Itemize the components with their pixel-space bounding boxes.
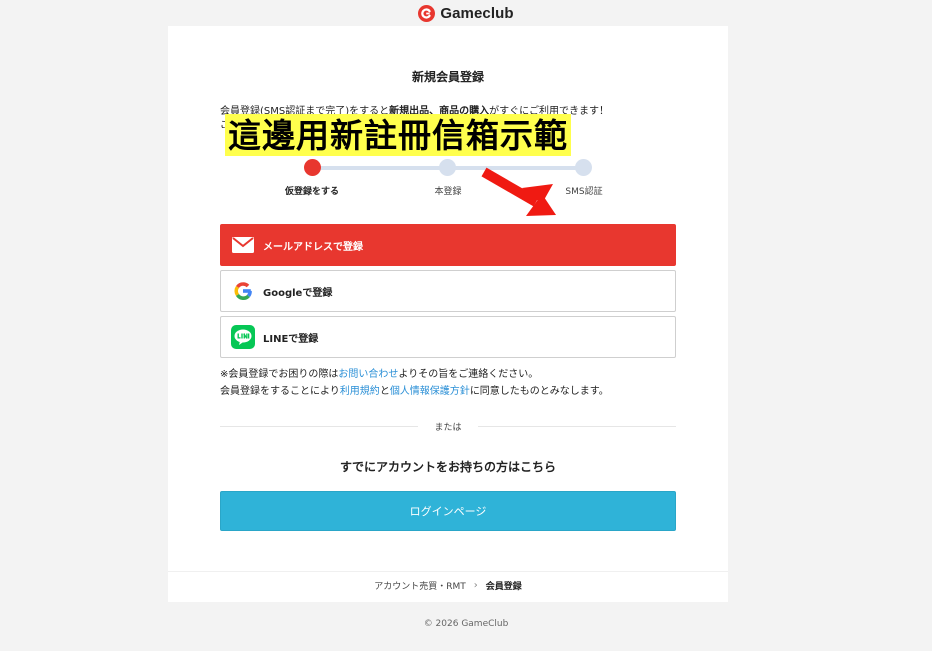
mail-icon <box>231 233 255 257</box>
brand-logo[interactable]: Gameclub <box>418 4 514 22</box>
brand-name: Gameclub <box>440 4 514 22</box>
step-dot-2 <box>439 159 456 176</box>
page-title: 新規会員登録 <box>411 70 484 84</box>
notes-line1-prefix: ※会員登録でお困りの際は <box>220 369 339 380</box>
terms-link[interactable]: 利用規約 <box>340 386 380 397</box>
register-with-google-button[interactable]: Googleで登録 <box>220 270 676 312</box>
registration-card: 新規会員登録 会員登録(SMS認証まで完了)をすると新規出品、商品の購入がすぐに… <box>168 26 728 602</box>
breadcrumb-divider <box>168 571 728 572</box>
register-with-line-button[interactable]: LINEで登録 <box>220 316 676 358</box>
step-dot-3 <box>575 159 592 176</box>
breadcrumb-parent-link[interactable]: アカウント売買・RMT <box>374 579 466 592</box>
red-arrow-icon <box>481 167 556 216</box>
notes-line-1: ※会員登録でお困りの際はお問い合わせよりその旨をご連絡ください。 <box>220 366 690 383</box>
annotation-banner: 這邊用新註冊信箱示範 <box>225 114 571 156</box>
annotation-text: 這邊用新註冊信箱示範 <box>228 115 568 155</box>
notes-line2-suffix: に同意したものとみなします。 <box>469 386 609 397</box>
line-icon <box>231 325 255 349</box>
chevron-right-icon: › <box>473 580 478 591</box>
registration-notes: ※会員登録でお困りの際はお問い合わせよりその旨をご連絡ください。 会員登録をする… <box>220 366 690 400</box>
or-divider-label: または <box>418 420 478 433</box>
contact-link[interactable]: お問い合わせ <box>338 369 398 380</box>
privacy-policy-link[interactable]: 個人情報保護方針 <box>390 386 470 397</box>
step-label-1: 仮登録をする <box>284 187 339 197</box>
breadcrumb-current: 会員登録 <box>485 582 522 592</box>
notes-line2-mid: と <box>379 386 390 397</box>
register-with-line-label: LINEで登録 <box>263 333 319 345</box>
existing-account-heading: すでにアカウントをお持ちの方はこちら <box>339 460 557 474</box>
breadcrumb: アカウント売買・RMT › 会員登録 <box>168 579 728 592</box>
gameclub-logo-icon <box>418 4 436 22</box>
login-page-button[interactable]: ログインページ <box>220 491 676 531</box>
step-dot-1 <box>304 159 321 176</box>
notes-line-2: 会員登録をすることにより利用規約と個人情報保護方針に同意したものとみなします。 <box>220 383 690 400</box>
register-with-email-button[interactable]: メールアドレスで登録 <box>220 224 676 266</box>
notes-line2-prefix: 会員登録をすることにより <box>220 386 340 397</box>
notes-line1-suffix: よりその旨をご連絡ください。 <box>398 369 539 380</box>
register-with-google-label: Googleで登録 <box>263 287 333 299</box>
google-icon <box>231 279 255 303</box>
site-header: Gameclub <box>0 0 932 26</box>
register-with-email-label: メールアドレスで登録 <box>263 241 363 253</box>
footer-copyright: © 2026 GameClub <box>423 619 509 629</box>
